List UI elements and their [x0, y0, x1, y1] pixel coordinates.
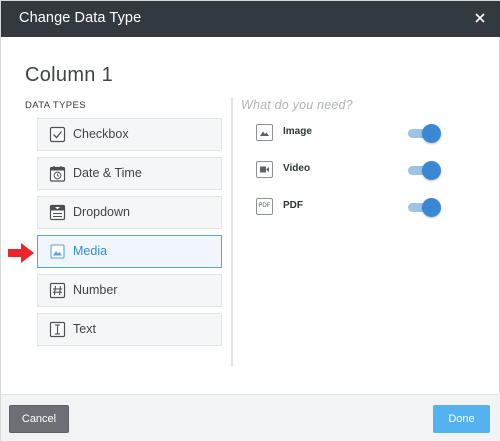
dialog-footer: Cancel Done [1, 394, 500, 441]
vertical-divider [231, 97, 233, 367]
dropdown-icon [49, 204, 66, 221]
data-type-date-time[interactable]: Date & Time [37, 157, 222, 190]
column-title: Column 1 [25, 64, 113, 86]
pdf-icon-text: PDF [258, 202, 271, 209]
data-type-number[interactable]: Number [37, 274, 222, 307]
data-type-label: Number [73, 283, 118, 297]
data-type-dropdown[interactable]: Dropdown [37, 196, 222, 229]
data-type-checkbox[interactable]: Checkbox [37, 118, 222, 151]
option-label: Image [283, 126, 312, 137]
text-cursor-icon [49, 321, 66, 338]
image-toggle[interactable] [408, 124, 442, 143]
data-type-label: Media [73, 244, 108, 258]
red-arrow-icon [8, 242, 35, 264]
image-icon [256, 124, 273, 141]
option-pdf: PDF PDF [256, 197, 446, 217]
hash-icon [49, 282, 66, 299]
data-type-label: Date & Time [73, 166, 142, 180]
done-button[interactable]: Done [433, 405, 490, 433]
close-icon[interactable] [469, 7, 491, 29]
checkbox-icon [49, 126, 66, 143]
data-type-label: Text [73, 322, 96, 336]
data-types-heading: DATA TYPES [25, 100, 87, 111]
toggle-knob [422, 124, 441, 143]
option-image: Image [256, 123, 446, 143]
dialog-title: Change Data Type [19, 10, 142, 26]
video-toggle[interactable] [408, 161, 442, 180]
data-type-text[interactable]: Text [37, 313, 222, 346]
data-type-media[interactable]: Media [37, 235, 222, 268]
dialog-header: Change Data Type [1, 1, 500, 37]
pdf-icon: PDF [256, 198, 273, 215]
calendar-clock-icon [49, 165, 66, 182]
data-type-label: Checkbox [73, 127, 129, 141]
cancel-button[interactable]: Cancel [9, 405, 69, 433]
change-data-type-dialog: Change Data Type Column 1 DATA TYPES Che… [0, 0, 500, 441]
media-image-icon [49, 243, 66, 260]
toggle-knob [422, 161, 441, 180]
data-type-label: Dropdown [73, 205, 130, 219]
options-heading: What do you need? [241, 98, 353, 112]
pdf-toggle[interactable] [408, 198, 442, 217]
option-label: Video [283, 163, 311, 174]
option-video: Video [256, 160, 446, 180]
video-icon [256, 161, 273, 178]
toggle-knob [422, 198, 441, 217]
option-label: PDF [283, 200, 303, 211]
